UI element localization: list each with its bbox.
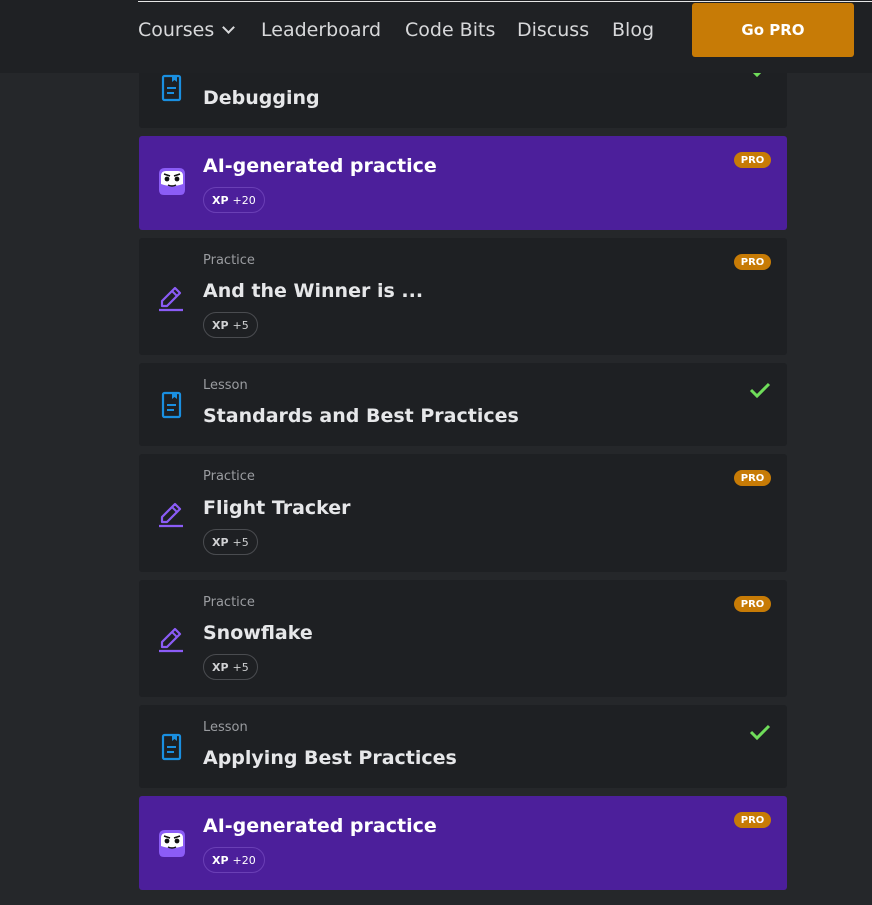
pro-badge: PRO	[734, 254, 771, 270]
lesson-title: Standards and Best Practices	[203, 405, 519, 427]
top-navigation-bar: Courses Leaderboard Code Bits Discuss Bl…	[0, 0, 872, 73]
pro-badge: PRO	[734, 812, 771, 828]
nav-discuss-link[interactable]: Discuss	[517, 18, 589, 42]
lesson-title: Debugging	[203, 87, 320, 109]
card-type-label: Practice	[203, 595, 255, 610]
xp-badge: XP +5	[203, 654, 258, 680]
nav-courses-menu[interactable]: Courses	[138, 18, 236, 42]
pro-badge: PRO	[734, 470, 771, 486]
ai-practice-card[interactable]: AI-generated practice XP +20 PRO	[139, 796, 787, 890]
xp-badge: XP +20	[203, 187, 265, 213]
ai-practice-title: AI-generated practice	[203, 815, 437, 837]
lesson-document-icon	[155, 732, 189, 766]
go-pro-button[interactable]: Go PRO	[692, 3, 854, 57]
xp-badge: XP +5	[203, 529, 258, 555]
card-type-label: Lesson	[203, 378, 248, 393]
lesson-document-icon	[155, 73, 189, 107]
nav-blog-link[interactable]: Blog	[612, 18, 654, 42]
practice-pencil-icon	[155, 282, 187, 316]
card-type-label: Practice	[203, 469, 255, 484]
xp-badge: XP +20	[203, 847, 265, 873]
practice-pencil-icon	[155, 623, 187, 657]
xp-badge: XP +5	[203, 312, 258, 338]
card-type-label: Practice	[203, 253, 255, 268]
pro-badge: PRO	[734, 596, 771, 612]
pro-badge: PRO	[734, 152, 771, 168]
lesson-card[interactable]: Lesson Standards and Best Practices	[139, 363, 787, 446]
ai-practice-card[interactable]: AI-generated practice XP +20 PRO	[139, 136, 787, 230]
ai-practice-title: AI-generated practice	[203, 155, 437, 177]
practice-title: Snowflake	[203, 622, 313, 644]
chevron-down-icon	[222, 21, 236, 34]
practice-card[interactable]: Practice And the Winner is ... XP +5 PRO	[139, 238, 787, 355]
practice-title: And the Winner is ...	[203, 280, 424, 302]
practice-pencil-icon	[155, 498, 187, 532]
page: Debugging AI-generated practice XP +20 PR…	[0, 0, 872, 905]
check-icon	[749, 723, 771, 745]
lesson-title: Applying Best Practices	[203, 747, 457, 769]
card-type-label: Lesson	[203, 720, 248, 735]
ai-mascot-icon	[155, 164, 189, 202]
lesson-card[interactable]: Lesson Applying Best Practices	[139, 705, 787, 788]
lesson-document-icon	[155, 390, 189, 424]
check-icon	[749, 381, 771, 403]
nav-divider	[138, 1, 872, 2]
nav-courses-label: Courses	[138, 19, 215, 41]
practice-card[interactable]: Practice Flight Tracker XP +5 PRO	[139, 454, 787, 572]
practice-card[interactable]: Practice Snowflake XP +5 PRO	[139, 580, 787, 697]
practice-title: Flight Tracker	[203, 497, 351, 519]
ai-mascot-icon	[155, 826, 189, 864]
nav-code-bits-link[interactable]: Code Bits	[405, 18, 495, 42]
nav-leaderboard-link[interactable]: Leaderboard	[261, 18, 381, 42]
